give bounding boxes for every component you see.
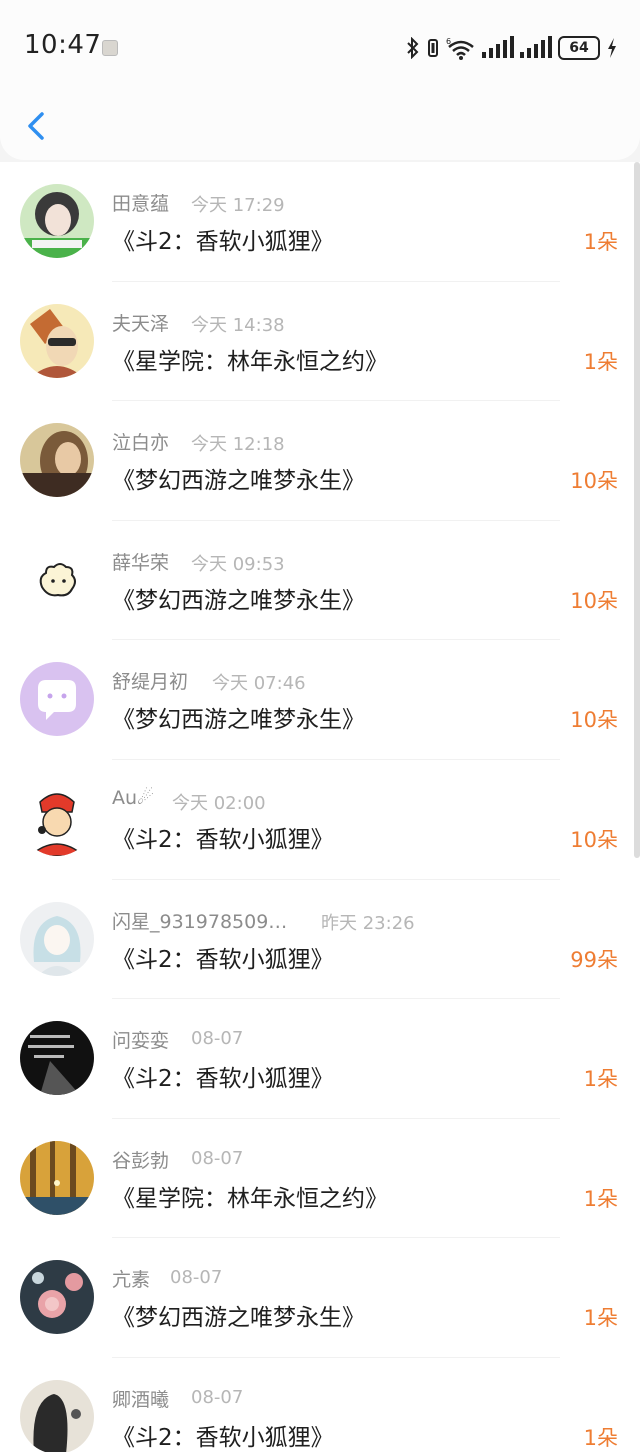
send-time: 今天 14:38 [191, 314, 285, 336]
avatar[interactable] [20, 542, 94, 617]
sender-name: 舒缇月初 [112, 671, 189, 694]
status-bar: 10:47 6 64 [0, 0, 640, 96]
charging-icon [608, 38, 616, 58]
system-icons: 6 64 [406, 34, 618, 62]
flower-count: 1朵 [583, 1067, 618, 1092]
book-title: 《梦幻西游之唯梦永生》 [112, 587, 365, 614]
avatar[interactable] [20, 662, 94, 737]
sender-name: 泣白亦 [112, 432, 170, 455]
flower-count: 1朵 [583, 1425, 618, 1450]
signal-2-icon [520, 36, 552, 58]
battery-indicator: 64 [558, 36, 600, 60]
list-item[interactable]: 亢素 08-07 《梦幻西游之唯梦永生》 1朵 [0, 1238, 640, 1358]
list-item[interactable]: 田意蕴 今天 17:29 《斗2：香软小狐狸》 1朵 [0, 162, 640, 282]
avatar[interactable] [20, 1379, 94, 1452]
nav-bar [0, 96, 640, 160]
flower-count: 99朵 [570, 947, 618, 972]
send-time: 08-07 [191, 1147, 244, 1169]
flower-count: 10朵 [570, 827, 618, 852]
list-item[interactable]: 问娈娈 08-07 《斗2：香软小狐狸》 1朵 [0, 999, 640, 1119]
list-item[interactable]: Au☄ 今天 02:00 《斗2：香软小狐狸》 10朵 [0, 760, 640, 880]
list-item[interactable]: 卿酒曦 08-07 《斗2：香软小狐狸》 1朵 [0, 1358, 640, 1452]
flower-count: 1朵 [583, 349, 618, 374]
wifi-icon: 6 [446, 37, 474, 60]
send-time: 今天 12:18 [191, 434, 285, 456]
sender-name: 田意蕴 [112, 193, 170, 215]
scrollbar[interactable] [634, 162, 640, 858]
send-time: 08-07 [170, 1267, 223, 1289]
flower-count: 10朵 [570, 469, 618, 494]
send-time: 今天 07:46 [212, 673, 306, 695]
list-item[interactable]: 薛华荣 今天 09:53 《梦幻西游之唯梦永生》 10朵 [0, 521, 640, 641]
chevron-left-icon[interactable] [20, 106, 54, 146]
sender-name: Au☄ [112, 786, 155, 809]
book-title: 《梦幻西游之唯梦永生》 [112, 1305, 365, 1332]
send-time: 今天 17:29 [191, 195, 285, 216]
avatar[interactable] [20, 1140, 94, 1215]
bluetooth-icon [407, 37, 419, 59]
flower-count: 10朵 [570, 588, 618, 613]
send-time: 今天 09:53 [191, 553, 285, 575]
book-title: 《星学院：林年永恒之约》 [112, 348, 388, 375]
flower-count: 1朵 [583, 230, 618, 254]
list-item[interactable]: 泣白亦 今天 12:18 《梦幻西游之唯梦永生》 10朵 [0, 401, 640, 521]
avatar[interactable] [20, 423, 94, 498]
signal-1-icon [482, 36, 514, 58]
list-item[interactable]: 闪星_931978509… 昨天 23:26 《斗2：香软小狐狸》 99朵 [0, 880, 640, 1000]
flower-count: 10朵 [570, 708, 618, 733]
book-title: 《星学院：林年永恒之约》 [112, 1185, 388, 1212]
notification-icon [102, 40, 118, 56]
sender-name: 夫天泽 [112, 312, 170, 335]
avatar[interactable] [20, 901, 94, 976]
gift-record-list: 田意蕴 今天 17:29 《斗2：香软小狐狸》 1朵 夫天泽 今天 14:38 … [0, 162, 640, 1452]
book-title: 《斗2：香软小狐狸》 [112, 826, 334, 853]
sender-name: 闪星_931978509… [112, 910, 288, 933]
list-item[interactable]: 舒缇月初 今天 07:46 《梦幻西游之唯梦永生》 10朵 [0, 640, 640, 760]
avatar[interactable] [20, 781, 94, 856]
list-item[interactable]: 谷彭勃 08-07 《星学院：林年永恒之约》 1朵 [0, 1119, 640, 1239]
avatar[interactable] [20, 184, 94, 258]
book-title: 《斗2：香软小狐狸》 [112, 1066, 334, 1093]
avatar[interactable] [20, 303, 94, 378]
book-title: 《梦幻西游之唯梦永生》 [112, 468, 365, 495]
sender-name: 问娈娈 [112, 1030, 170, 1053]
send-time: 昨天 23:26 [321, 912, 415, 934]
send-time: 08-07 [191, 1028, 244, 1050]
sender-name: 谷彭勃 [112, 1149, 170, 1172]
book-title: 《斗2：香软小狐狸》 [112, 229, 334, 255]
book-title: 《斗2：香软小狐狸》 [112, 946, 334, 973]
sender-name: 亢素 [112, 1269, 151, 1292]
list-item[interactable]: 夫天泽 今天 14:38 《星学院：林年永恒之约》 1朵 [0, 282, 640, 402]
book-title: 《斗2：香软小狐狸》 [112, 1424, 334, 1451]
send-time: 今天 02:00 [172, 792, 266, 814]
status-time: 10:47 [24, 30, 102, 60]
send-time: 08-07 [191, 1386, 244, 1408]
sender-name: 卿酒曦 [112, 1388, 170, 1411]
avatar[interactable] [20, 1021, 94, 1096]
book-title: 《梦幻西游之唯梦永生》 [112, 707, 365, 734]
avatar[interactable] [20, 1260, 94, 1335]
flower-count: 1朵 [583, 1306, 618, 1331]
sender-name: 薛华荣 [112, 551, 170, 574]
flower-count: 1朵 [583, 1186, 618, 1211]
vibrate-icon [428, 39, 438, 57]
